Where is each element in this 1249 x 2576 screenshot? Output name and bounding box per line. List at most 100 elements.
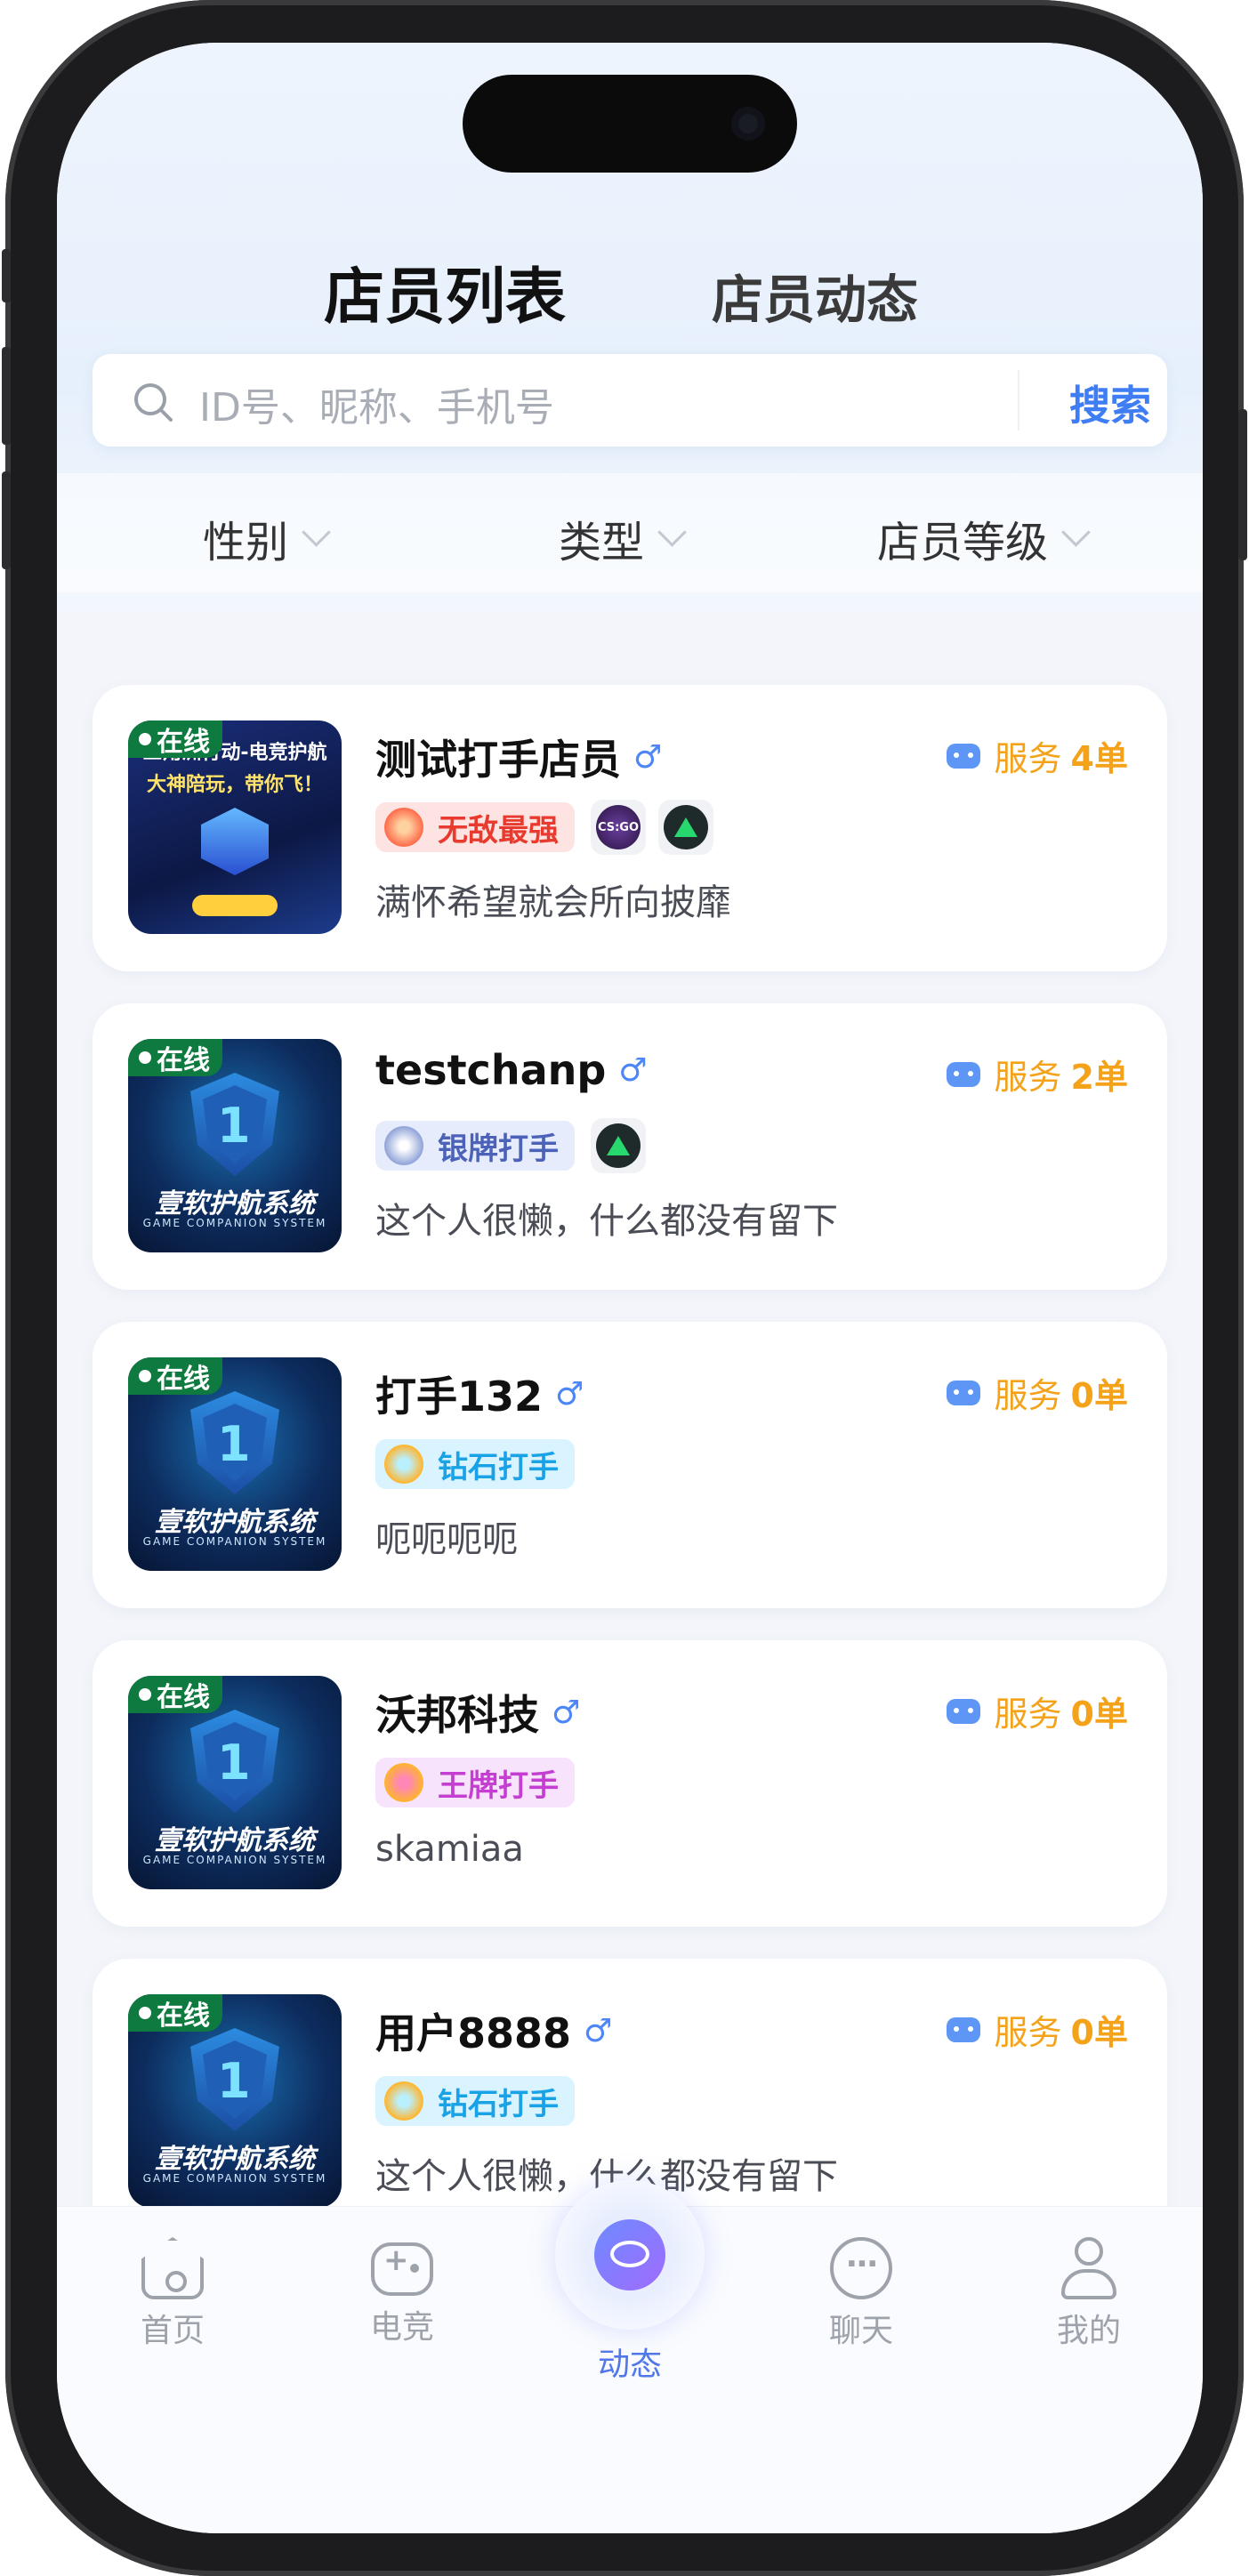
- tab-esports[interactable]: 电竞: [340, 2237, 464, 2347]
- power-button: [1238, 409, 1247, 560]
- tab-esports-label: 电竞: [369, 2309, 434, 2346]
- medal-icon: [375, 1439, 432, 1489]
- avatar-promo-button: [192, 895, 278, 916]
- staff-bio: skamiaa: [375, 1829, 524, 1870]
- top-tabs: 店员列表 店员动态: [57, 247, 1203, 345]
- badge-row: 银牌打手: [375, 1117, 658, 1174]
- rank-badge: 银牌打手: [375, 1121, 575, 1171]
- online-badge: 在线: [128, 1994, 222, 2032]
- medal-icon: [375, 2076, 432, 2126]
- rank-label: 无敌最强: [438, 812, 559, 849]
- filter-type[interactable]: 类型: [559, 507, 687, 569]
- avatar-brand: 壹软护航系统: [155, 1825, 315, 1856]
- tab-staff-activity-label: 店员动态: [712, 270, 919, 330]
- avatar-brand-sub: GAME COMPANION SYSTEM: [142, 2172, 327, 2185]
- staff-bio: 呃呃呃呃: [375, 1519, 518, 1560]
- badge-row: 钻石打手: [375, 1436, 591, 1493]
- online-dot-icon: [139, 733, 151, 745]
- filter-type-label: 类型: [559, 518, 645, 568]
- tab-staff-list[interactable]: 店员列表: [324, 247, 566, 339]
- action-button: [2, 249, 11, 302]
- staff-name: 用户8888 ♂: [375, 2001, 612, 2060]
- avatar-brand: 壹软护航系统: [155, 1188, 315, 1220]
- online-label: 在线: [157, 1045, 210, 1076]
- triangle-icon: [674, 817, 697, 837]
- service-count-value: 0单: [1070, 1376, 1128, 1415]
- dynamic-island: [463, 75, 797, 173]
- gamepad-icon: [371, 2242, 433, 2296]
- medal-icon: [375, 802, 432, 852]
- gamepad-icon: [946, 1061, 980, 1087]
- filter-gender-label: 性别: [203, 518, 289, 568]
- bottom-tab-bar: 首页 电竞 动态 聊天 我的: [57, 2180, 1203, 2533]
- service-count: 服务 2单: [946, 1050, 1128, 1099]
- filter-staff-level-label: 店员等级: [877, 518, 1049, 568]
- staff-bio: 满怀希望就会所向披靡: [375, 882, 731, 923]
- staff-name-text: testchanp: [375, 1046, 607, 1094]
- online-label: 在线: [157, 1364, 210, 1395]
- camera-icon: [731, 107, 765, 141]
- avatar-brand: 壹软护航系统: [155, 2144, 315, 2175]
- rank-badge: 王牌打手: [375, 1758, 575, 1807]
- tab-staff-activity[interactable]: 店员动态: [712, 258, 918, 333]
- staff-card[interactable]: 三角洲行动-电竞护航 大神陪玩，带你飞！ 在线 测试打手店员 ♂ 服务 4单 无敌最…: [93, 685, 1167, 971]
- volume-down-button: [2, 471, 11, 569]
- filter-staff-level[interactable]: 店员等级: [877, 507, 1091, 569]
- delta-force-game-icon: [591, 1118, 646, 1173]
- volume-up-button: [2, 347, 11, 445]
- avatar: 1 壹软护航系统 GAME COMPANION SYSTEM 在线: [128, 1994, 342, 2208]
- rank-badge: 钻石打手: [375, 1439, 575, 1489]
- staff-card[interactable]: 1 壹软护航系统 GAME COMPANION SYSTEM 在线 打手132 ♂…: [93, 1322, 1167, 1608]
- tab-feed[interactable]: [555, 2180, 705, 2330]
- online-dot-icon: [139, 1688, 151, 1701]
- search-button[interactable]: 搜索: [1069, 374, 1151, 432]
- service-count: 服务 0单: [946, 2005, 1128, 2054]
- service-count: 服务 0单: [946, 1368, 1128, 1417]
- medal-icon: [375, 1121, 432, 1171]
- search-input[interactable]: ID号、昵称、手机号: [199, 375, 554, 432]
- staff-name: 打手132 ♂: [375, 1364, 584, 1423]
- chat-icon: [830, 2237, 892, 2299]
- staff-bio: 这个人很懒，什么都没有留下: [375, 1201, 838, 1242]
- avatar-promo-subtitle: 大神陪玩，带你飞！: [146, 774, 323, 796]
- male-icon: ♂: [552, 1694, 581, 1731]
- game-emblem-icon: [201, 808, 269, 875]
- staff-name-text: 测试打手店员: [375, 736, 621, 784]
- chevron-down-icon: [657, 517, 687, 547]
- staff-name-text: 用户8888: [375, 2009, 572, 2057]
- chevron-down-icon: [302, 517, 331, 547]
- service-label: 服务: [994, 2013, 1062, 2052]
- online-badge: 在线: [128, 1357, 222, 1395]
- app-screen: 店员列表 店员动态 ID号、昵称、手机号 搜索 性别 类型 店员等级 三角洲行动…: [57, 43, 1203, 2533]
- gamepad-icon: [946, 1698, 980, 1724]
- gamepad-icon: [946, 1380, 980, 1405]
- service-label: 服务: [994, 1058, 1062, 1097]
- online-dot-icon: [139, 2007, 151, 2019]
- staff-card[interactable]: 1 壹软护航系统 GAME COMPANION SYSTEM 在线 testch…: [93, 1003, 1167, 1290]
- service-count: 服务 4单: [946, 731, 1128, 780]
- rank-label: 钻石打手: [438, 2086, 559, 2122]
- shield-number: 1: [217, 1735, 251, 1791]
- gamepad-icon: [946, 743, 980, 769]
- shield-number: 1: [217, 1416, 251, 1472]
- staff-name: 测试打手店员 ♂: [375, 728, 662, 786]
- staff-list: 三角洲行动-电竞护航 大神陪玩，带你飞！ 在线 测试打手店员 ♂ 服务 4单 无敌最…: [57, 612, 1203, 2213]
- tab-home[interactable]: 首页: [110, 2237, 235, 2351]
- tab-me[interactable]: 我的: [1027, 2237, 1151, 2351]
- user-icon: [1058, 2237, 1120, 2299]
- online-badge: 在线: [128, 1676, 222, 1713]
- online-label: 在线: [157, 2000, 210, 2032]
- filter-gender[interactable]: 性别: [203, 507, 331, 569]
- chevron-down-icon: [1061, 517, 1091, 547]
- service-label: 服务: [994, 1695, 1062, 1734]
- staff-card[interactable]: 1 壹软护航系统 GAME COMPANION SYSTEM 在线 沃邦科技 ♂ …: [93, 1640, 1167, 1927]
- tab-chat[interactable]: 聊天: [799, 2237, 923, 2351]
- staff-card[interactable]: 1 壹软护航系统 GAME COMPANION SYSTEM 在线 用户8888…: [93, 1959, 1167, 2213]
- rank-label: 钻石打手: [438, 1449, 559, 1485]
- csgo-logo: CS:GO: [596, 805, 641, 849]
- staff-name-text: 打手132: [375, 1373, 544, 1421]
- tab-me-label: 我的: [1056, 2313, 1121, 2349]
- avatar-brand-sub: GAME COMPANION SYSTEM: [142, 1854, 327, 1866]
- shield-number: 1: [217, 1098, 251, 1154]
- avatar: 1 壹软护航系统 GAME COMPANION SYSTEM 在线: [128, 1039, 342, 1252]
